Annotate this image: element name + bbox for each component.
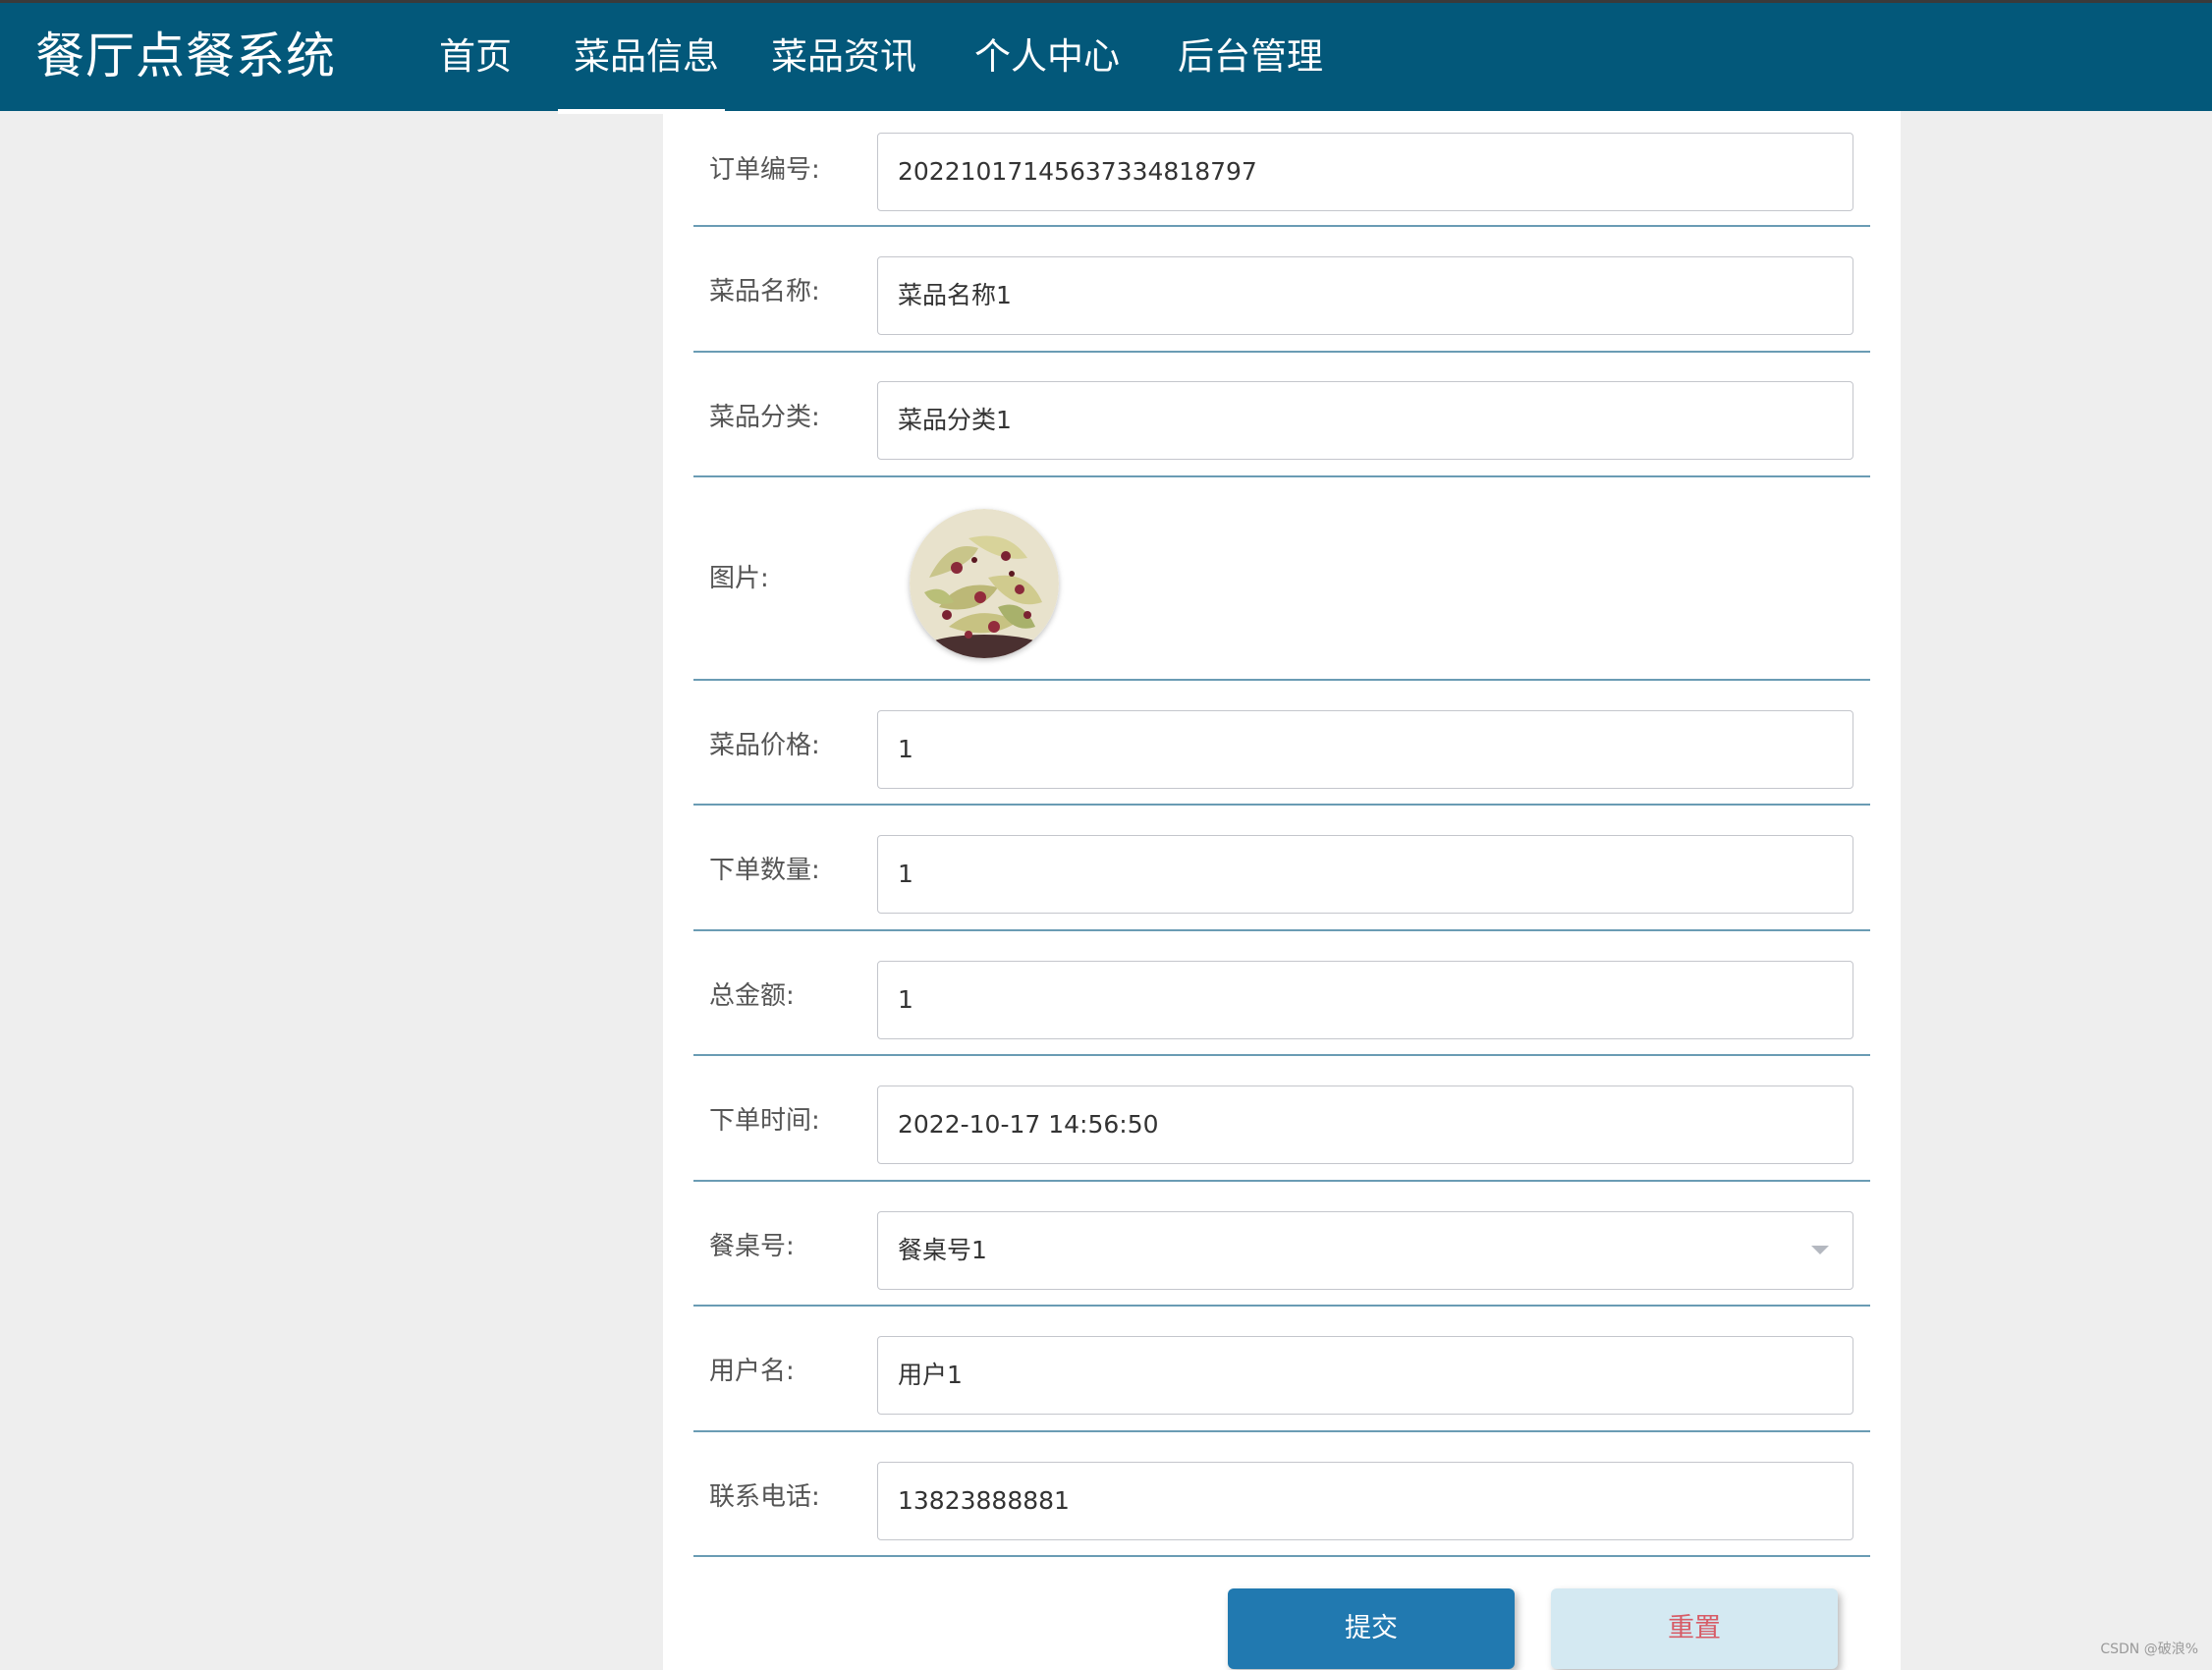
reset-button[interactable]: 重置 — [1551, 1588, 1838, 1669]
username-label: 用户名: — [709, 1357, 795, 1386]
chevron-down-icon[interactable] — [1811, 1246, 1829, 1254]
total-input[interactable]: 1 — [877, 961, 1853, 1039]
nav-dish-news[interactable]: 菜品资讯 — [771, 32, 916, 82]
quantity-row: 下单数量: 1 — [693, 806, 1870, 931]
username-row: 用户名: 用户1 — [693, 1307, 1870, 1432]
watermark: CSDN @破浪% — [2100, 1642, 2198, 1657]
dish-category-input[interactable]: 菜品分类1 — [877, 381, 1853, 460]
nav-dish-info[interactable]: 菜品信息 — [574, 32, 719, 82]
table-no-label: 餐桌号: — [709, 1232, 795, 1261]
nav-admin[interactable]: 后台管理 — [1178, 32, 1323, 82]
phone-row: 联系电话: 13823888881 — [693, 1432, 1870, 1557]
order-time-row: 下单时间: 2022-10-17 14:56:50 — [693, 1056, 1870, 1182]
dish-category-label: 菜品分类: — [709, 403, 820, 432]
username-input[interactable]: 用户1 — [877, 1336, 1853, 1415]
dish-name-row: 菜品名称: 菜品名称1 — [693, 227, 1870, 353]
table-no-row: 餐桌号: 餐桌号1 — [693, 1182, 1870, 1307]
price-row: 菜品价格: 1 — [693, 681, 1870, 806]
submit-button[interactable]: 提交 — [1228, 1588, 1515, 1669]
dish-image — [910, 509, 1059, 658]
quantity-label: 下单数量: — [709, 856, 820, 885]
price-label: 菜品价格: — [709, 731, 820, 760]
image-row: 图片: — [693, 477, 1870, 681]
nav-home[interactable]: 首页 — [439, 32, 512, 82]
order-no-row: 订单编号: 20221017145637334818797 — [693, 111, 1870, 227]
order-no-label: 订单编号: — [709, 155, 820, 185]
site-title: 餐厅点餐系统 — [35, 28, 336, 84]
image-label: 图片: — [709, 564, 769, 593]
dish-name-input[interactable]: 菜品名称1 — [877, 256, 1853, 335]
top-navbar: 餐厅点餐系统 首页 菜品信息 菜品资讯 个人中心 后台管理 — [0, 0, 2212, 114]
table-no-value: 餐桌号1 — [898, 1236, 987, 1264]
order-time-input[interactable]: 2022-10-17 14:56:50 — [877, 1086, 1853, 1164]
total-row: 总金额: 1 — [693, 931, 1870, 1056]
order-form: 订单编号: 20221017145637334818797 菜品名称: 菜品名称… — [663, 111, 1901, 1670]
order-time-label: 下单时间: — [709, 1106, 820, 1136]
phone-input[interactable]: 13823888881 — [877, 1462, 1853, 1540]
table-no-select[interactable]: 餐桌号1 — [877, 1211, 1853, 1290]
total-label: 总金额: — [709, 981, 795, 1011]
quantity-input[interactable]: 1 — [877, 835, 1853, 914]
order-no-input[interactable]: 20221017145637334818797 — [877, 133, 1853, 211]
dish-name-label: 菜品名称: — [709, 277, 820, 306]
phone-label: 联系电话: — [709, 1482, 820, 1512]
dish-category-row: 菜品分类: 菜品分类1 — [693, 353, 1870, 477]
nav-user-center[interactable]: 个人中心 — [974, 32, 1120, 82]
price-input[interactable]: 1 — [877, 710, 1853, 789]
